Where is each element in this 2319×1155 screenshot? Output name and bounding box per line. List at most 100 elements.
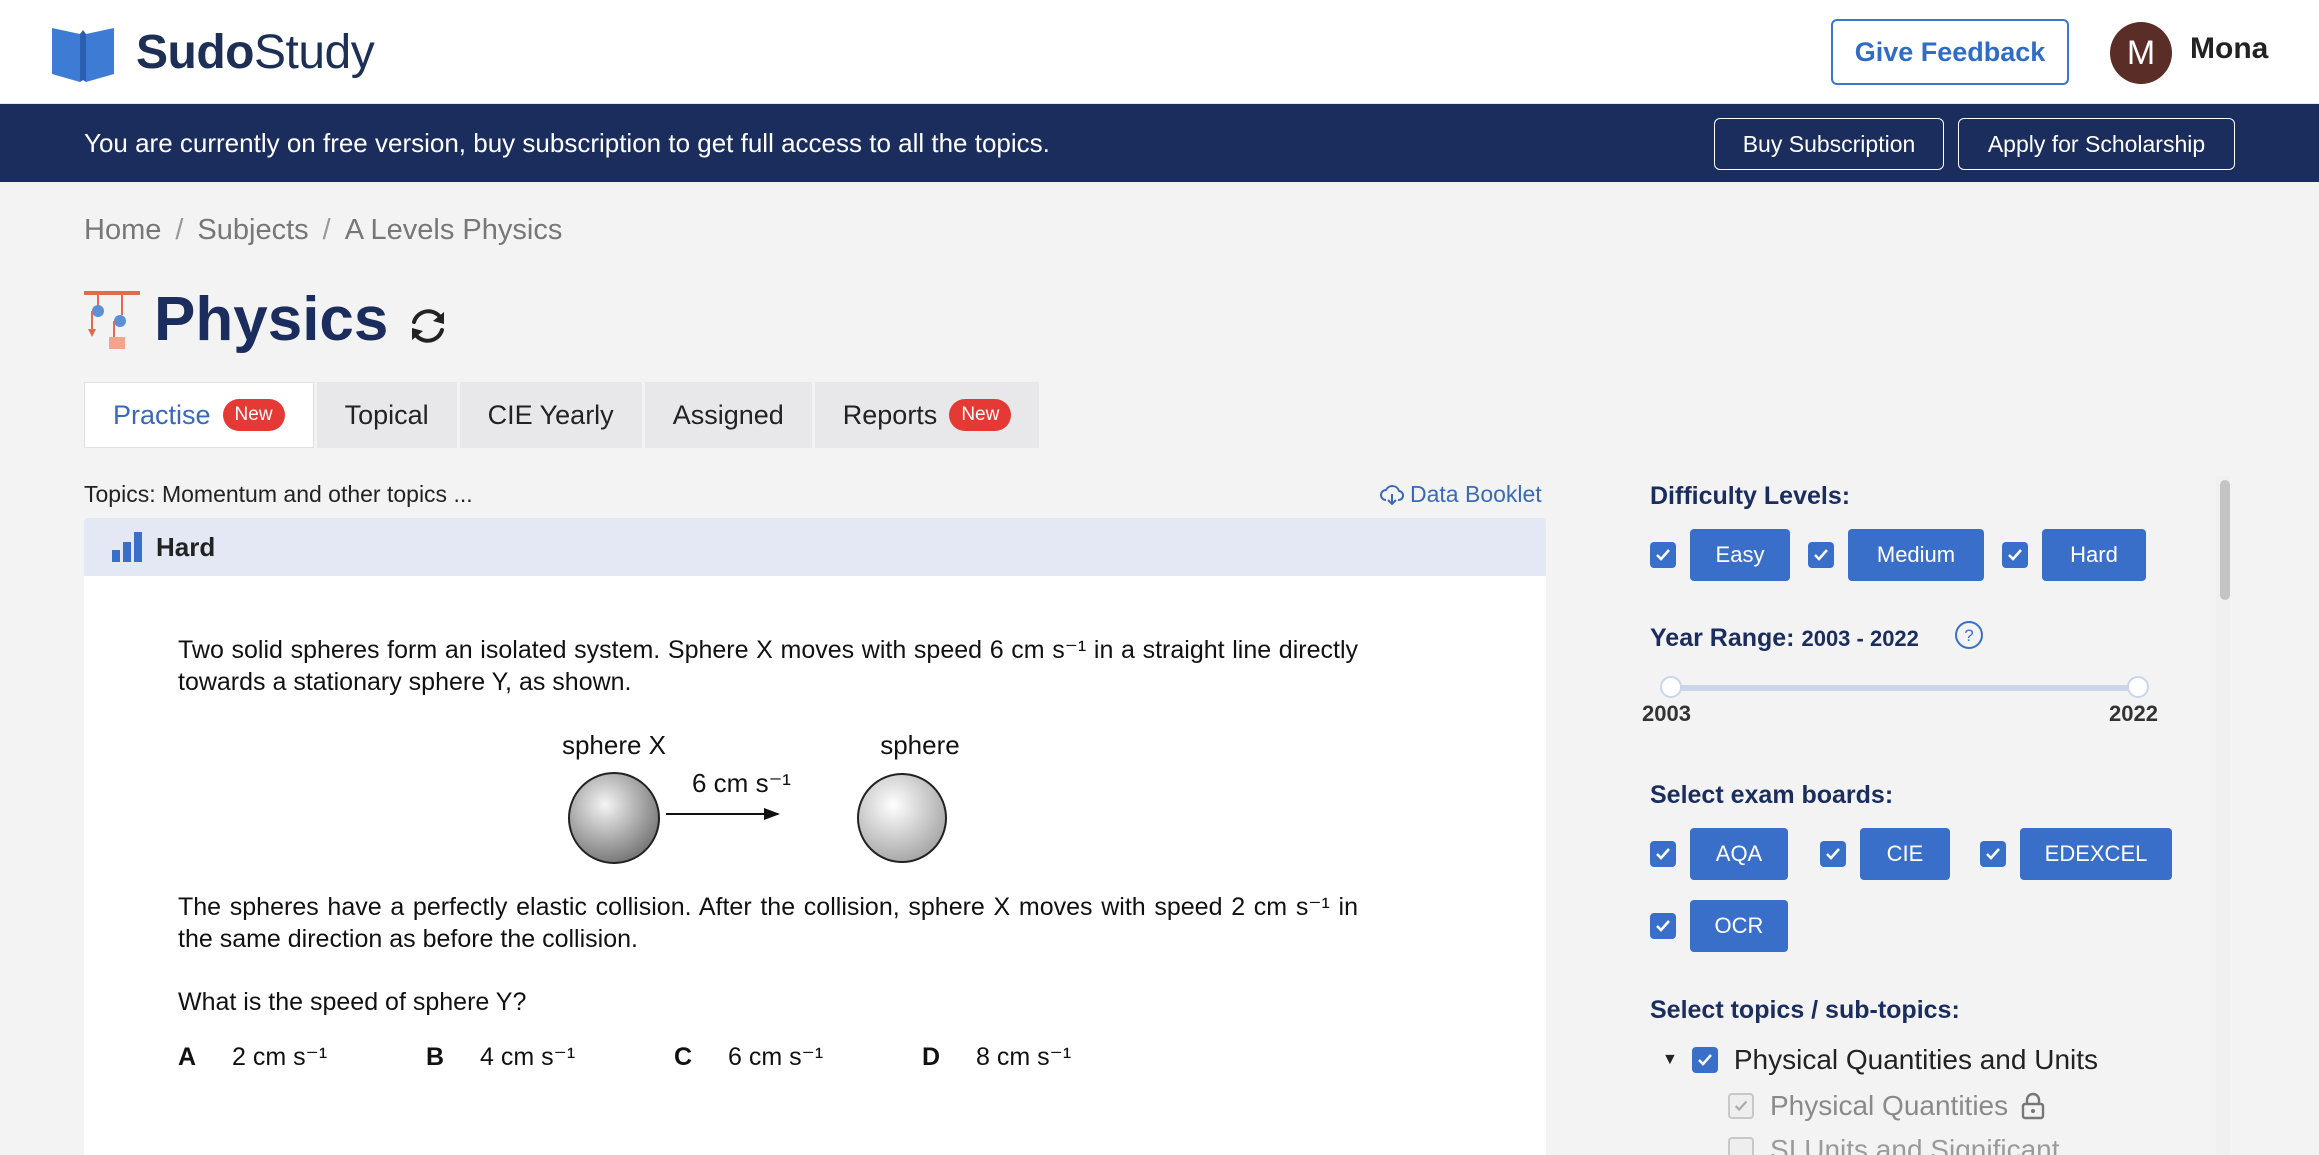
title-row: Physics [84, 284, 452, 355]
data-booklet-label: Data Booklet [1410, 481, 1542, 507]
topic-label: Physical Quantities and Units [1733, 1044, 2099, 1075]
year-range-value: 2003 - 2022 [1801, 626, 1919, 651]
topic-checkbox[interactable] [1691, 1047, 1718, 1073]
question-paragraph-2: The spheres have a perfectly elastic col… [178, 893, 1358, 953]
board-ocr-chip[interactable]: OCR [1690, 900, 1788, 952]
subscription-banner: You are currently on free version, buy s… [0, 104, 2319, 182]
difficulty-header: Hard [84, 518, 1546, 576]
question-card: Two solid spheres form an isolated syste… [84, 576, 1546, 1155]
question-paragraph-1: Two solid spheres form an isolated syste… [178, 636, 1358, 696]
page-title: Physics [154, 285, 389, 354]
breadcrumb-subjects[interactable]: Subjects [197, 214, 308, 247]
subtopic-row-si-units[interactable]: SI Units and Significant [1728, 1134, 2060, 1155]
tab-practise[interactable]: Practise New [84, 382, 314, 448]
check-icon [1986, 848, 2000, 860]
year-range-label: Year Range: [1650, 624, 1795, 652]
board-edexcel-checkbox[interactable] [1980, 841, 2006, 867]
option-letter: C [674, 1043, 693, 1071]
check-icon [1656, 848, 1670, 860]
option-b[interactable]: B 4 cm s⁻¹ [426, 1042, 674, 1072]
logo-text: SudoStudy [136, 25, 375, 79]
sphere-x [568, 772, 660, 864]
year-max-label: 2022 [2109, 701, 2158, 726]
option-a[interactable]: A 2 cm s⁻¹ [178, 1042, 426, 1072]
breadcrumb-current: A Levels Physics [344, 214, 563, 246]
difficulty-label: Hard [156, 531, 216, 562]
collision-diagram: sphere X sphere Y 6 cm s⁻¹ [562, 730, 964, 864]
help-icon[interactable]: ? [1954, 620, 1984, 650]
board-ocr-checkbox[interactable] [1650, 913, 1676, 939]
difficulty-bars-icon [112, 532, 142, 562]
tab-assigned[interactable]: Assigned [644, 382, 812, 448]
caret-down-icon[interactable]: ▼ [1662, 1051, 1678, 1069]
option-letter: B [426, 1043, 445, 1071]
sphere-x-label: sphere X [562, 730, 666, 760]
new-badge: New [949, 399, 1012, 431]
page-root: SudoStudy Give Feedback M Mona You are c… [0, 0, 2319, 1155]
question-prompt: What is the speed of sphere Y? [178, 988, 527, 1016]
logo[interactable]: SudoStudy [50, 20, 375, 84]
option-c[interactable]: C 6 cm s⁻¹ [674, 1042, 922, 1072]
difficulty-hard-checkbox[interactable] [2002, 542, 2028, 568]
filter-sidebar: Difficulty Levels: Easy Medium Hard Year… [1616, 476, 2216, 1155]
board-cie-checkbox[interactable] [1820, 841, 1846, 867]
option-text: 8 cm s⁻¹ [976, 1043, 1072, 1071]
year-slider-max-handle[interactable] [2127, 676, 2149, 698]
tab-reports[interactable]: Reports New [814, 382, 1040, 448]
difficulty-medium-chip[interactable]: Medium [1848, 529, 1984, 581]
check-icon [1656, 920, 1670, 932]
topic-row-physical-quantities[interactable]: ▼ Physical Quantities and Units [1662, 1044, 2098, 1076]
username[interactable]: Mona [2190, 32, 2268, 66]
difficulty-easy-checkbox[interactable] [1650, 542, 1676, 568]
subtopic-checkbox-disabled [1728, 1093, 1754, 1119]
subtopic-label: Physical Quantities [1770, 1090, 2009, 1121]
subtopic-row-physical-quantities[interactable]: Physical Quantities [1728, 1090, 2046, 1122]
breadcrumb-separator: / [322, 214, 331, 246]
check-icon [1814, 549, 1828, 561]
topics-summary: Topics: Momentum and other topics ... [84, 481, 473, 507]
difficulty-hard-chip[interactable]: Hard [2042, 529, 2146, 581]
year-slider-track[interactable] [1670, 685, 2138, 691]
tab-label: Practise [113, 399, 211, 430]
board-aqa-chip[interactable]: AQA [1690, 828, 1788, 880]
option-d[interactable]: D 8 cm s⁻¹ [922, 1042, 1170, 1072]
option-letter: D [922, 1043, 941, 1071]
board-aqa-checkbox[interactable] [1650, 841, 1676, 867]
tab-label: CIE Yearly [487, 399, 614, 430]
lock-icon [2021, 1092, 2045, 1120]
avatar[interactable]: M [2110, 22, 2172, 84]
check-icon [2008, 549, 2022, 561]
buy-subscription-button[interactable]: Buy Subscription [1714, 118, 1944, 170]
breadcrumb-separator: / [175, 214, 184, 246]
physics-pulley-icon [84, 290, 140, 349]
cloud-download-icon [1380, 484, 1404, 505]
difficulty-medium-checkbox[interactable] [1808, 542, 1834, 568]
apply-scholarship-button[interactable]: Apply for Scholarship [1958, 118, 2235, 170]
breadcrumb-home[interactable]: Home [84, 214, 161, 247]
new-badge: New [222, 399, 285, 431]
check-icon [1826, 848, 1840, 860]
tab-label: Topical [344, 399, 429, 430]
give-feedback-button[interactable]: Give Feedback [1831, 19, 2069, 85]
sphere-y-label: sphere Y [880, 730, 964, 760]
tab-bar: Practise New Topical CIE Yearly Assigned… [84, 382, 1040, 448]
top-header: SudoStudy Give Feedback M Mona [0, 0, 2319, 104]
topics-heading: Select topics / sub-topics: [1650, 996, 1960, 1024]
difficulty-easy-chip[interactable]: Easy [1690, 529, 1790, 581]
data-booklet-link[interactable]: Data Booklet [1380, 481, 1542, 508]
check-icon [1656, 549, 1670, 561]
sidebar-scroll-thumb[interactable] [2220, 480, 2230, 600]
year-slider-min-handle[interactable] [1660, 676, 1682, 698]
tab-cie-yearly[interactable]: CIE Yearly [459, 382, 642, 448]
svg-text:?: ? [1964, 626, 1973, 645]
refresh-icon[interactable] [404, 302, 452, 350]
board-cie-chip[interactable]: CIE [1860, 828, 1950, 880]
board-edexcel-chip[interactable]: EDEXCEL [2020, 828, 2172, 880]
tab-topical[interactable]: Topical [316, 382, 457, 448]
year-range-heading: Year Range: 2003 - 2022 [1650, 624, 1919, 653]
sphere-y [857, 773, 947, 863]
book-logo-icon [52, 28, 114, 82]
year-min-label: 2003 [1642, 701, 1691, 726]
tab-label: Assigned [672, 399, 784, 430]
option-text: 4 cm s⁻¹ [480, 1043, 576, 1071]
